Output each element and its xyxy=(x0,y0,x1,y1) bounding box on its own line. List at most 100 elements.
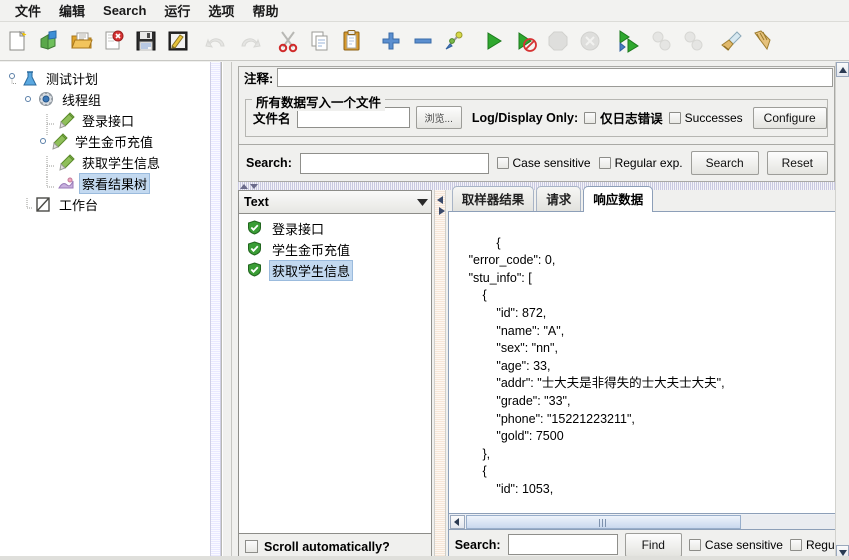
stop-octagon-icon[interactable] xyxy=(542,25,574,57)
success-shield-icon xyxy=(247,262,265,279)
collapse-minus-icon[interactable] xyxy=(407,25,439,57)
top-regular-exp-label: Regular exp. xyxy=(614,156,683,170)
successes-checkbox[interactable]: Successes xyxy=(668,110,743,125)
split-collapse-arrows[interactable] xyxy=(435,196,446,215)
collapse-down-icon[interactable] xyxy=(250,183,258,189)
result-node-get-student-info[interactable]: 获取学生信息 xyxy=(239,260,431,281)
results-tree-panel: 注释: 所有数据写入一个文件 文件名 浏览... Log/Display Onl… xyxy=(232,62,849,560)
split-divider[interactable] xyxy=(222,62,232,560)
tree-node-test-plan[interactable]: 测试计划 xyxy=(4,68,221,89)
comment-row: 注释: xyxy=(238,66,835,88)
menu-run[interactable]: 运行 xyxy=(155,0,199,22)
render-combo[interactable]: Text xyxy=(238,190,433,214)
checkbox-box-icon[interactable] xyxy=(598,157,611,169)
toggle-element-icon[interactable] xyxy=(439,25,471,57)
bottom-case-sensitive-checkbox[interactable]: Case sensitive xyxy=(688,538,783,552)
clear-all-broom-icon[interactable] xyxy=(748,25,780,57)
close-document-icon[interactable] xyxy=(98,25,130,57)
menu-edit[interactable]: 编辑 xyxy=(50,0,94,22)
hscroll-thumb[interactable] xyxy=(465,514,741,529)
tree-expand-handle-icon[interactable] xyxy=(8,72,21,85)
scroll-up-button[interactable] xyxy=(836,62,849,77)
test-plan-flask-icon xyxy=(21,70,39,87)
stop-remote-all-icon[interactable] xyxy=(645,25,677,57)
response-data-text[interactable]: { "error_code": 0, "stu_info": [ { "id":… xyxy=(447,212,849,514)
paste-clipboard-icon[interactable] xyxy=(336,25,368,57)
results-tree[interactable]: 登录接口 学生金币充值 获取学生信息 xyxy=(238,214,433,534)
start-remote-all-icon[interactable] xyxy=(613,25,645,57)
find-button[interactable]: Find xyxy=(624,532,682,557)
menu-search[interactable]: Search xyxy=(94,1,155,20)
bottom-search-input[interactable] xyxy=(507,534,618,555)
copy-pages-icon[interactable] xyxy=(304,25,336,57)
menu-file[interactable]: 文件 xyxy=(6,0,50,22)
top-reset-button[interactable]: Reset xyxy=(766,151,828,175)
chevron-left-icon xyxy=(436,196,443,204)
successes-label: Successes xyxy=(684,110,743,125)
checkbox-box-icon[interactable] xyxy=(789,538,802,551)
top-search-input[interactable] xyxy=(299,152,489,174)
hscroll-track[interactable] xyxy=(465,514,848,529)
tab-response-data[interactable]: 响应数据 xyxy=(583,186,654,212)
tree-line xyxy=(44,114,57,135)
start-no-pause-icon[interactable] xyxy=(510,25,542,57)
tree-node-get-student-info[interactable]: 获取学生信息 xyxy=(4,152,221,177)
right-pane-vertical-scrollbar[interactable] xyxy=(835,62,849,560)
tree-node-student-gold-recharge[interactable]: 学生金币充值 xyxy=(4,131,221,152)
main-split: 测试计划 线程组 登录接口 学生金币充值 获取学生信息 察看结果树 工作台 注释… xyxy=(0,62,849,560)
top-case-sensitive-checkbox[interactable]: Case sensitive xyxy=(496,156,591,170)
shutdown-remote-all-icon[interactable] xyxy=(677,25,709,57)
new-document-icon[interactable] xyxy=(2,25,34,57)
comment-label: 注释: xyxy=(244,72,274,86)
chevron-down-icon[interactable] xyxy=(413,198,431,206)
tree-expand-handle-icon[interactable] xyxy=(24,93,37,106)
checkbox-box-icon[interactable] xyxy=(496,157,509,169)
scroll-left-button[interactable] xyxy=(449,514,465,529)
sampler-detail-pane: 取样器结果 请求 响应数据 { "error_code": 0, "stu_in… xyxy=(447,186,849,560)
tab-request[interactable]: 请求 xyxy=(536,186,582,211)
redo-arrow-icon[interactable] xyxy=(233,25,265,57)
result-node-login-api[interactable]: 登录接口 xyxy=(239,218,431,239)
response-horizontal-scrollbar[interactable] xyxy=(447,514,849,530)
tree-vertical-scrollbar[interactable] xyxy=(210,62,221,560)
cut-scissors-icon[interactable] xyxy=(272,25,304,57)
log-display-only-label: Log/Display Only: xyxy=(471,110,579,125)
clear-broom-icon[interactable] xyxy=(716,25,748,57)
tree-label: 学生金币充值 xyxy=(75,135,154,150)
top-regular-exp-checkbox[interactable]: Regular exp. xyxy=(598,156,683,170)
browse-button[interactable]: 浏览... xyxy=(415,106,462,129)
test-plan-tree[interactable]: 测试计划 线程组 登录接口 学生金币充值 获取学生信息 察看结果树 工作台 xyxy=(0,62,222,560)
shutdown-circle-icon[interactable] xyxy=(574,25,606,57)
tree-node-thread-group[interactable]: 线程组 xyxy=(4,89,221,110)
lower-split-divider[interactable] xyxy=(434,190,446,560)
success-shield-icon xyxy=(247,241,265,258)
menu-help[interactable]: 帮助 xyxy=(243,0,287,22)
http-sampler-pen-icon xyxy=(50,133,68,150)
comment-input[interactable] xyxy=(277,68,833,87)
tree-node-view-results-tree[interactable]: 察看结果树 xyxy=(4,173,221,194)
tab-sampler-result[interactable]: 取样器结果 xyxy=(451,186,535,211)
tree-node-workbench[interactable]: 工作台 xyxy=(4,194,221,215)
scrollbar-grip xyxy=(599,518,608,527)
save-as-edit-icon[interactable] xyxy=(162,25,194,57)
result-node-student-gold-recharge[interactable]: 学生金币充值 xyxy=(239,239,431,260)
tree-line xyxy=(44,156,57,177)
collapse-up-icon[interactable] xyxy=(240,183,248,189)
checkbox-box-icon[interactable] xyxy=(668,111,681,124)
tree-expand-handle-icon[interactable] xyxy=(37,135,50,148)
response-body: { "error_code": 0, "stu_info": [ { "id":… xyxy=(468,235,725,496)
expand-plus-icon[interactable] xyxy=(375,25,407,57)
checkbox-box-icon[interactable] xyxy=(245,540,258,553)
save-floppy-icon[interactable] xyxy=(130,25,162,57)
undo-arrow-icon[interactable] xyxy=(201,25,233,57)
start-play-icon[interactable] xyxy=(478,25,510,57)
top-search-button[interactable]: Search xyxy=(690,151,759,175)
new-template-icon[interactable] xyxy=(34,25,66,57)
errors-only-checkbox[interactable]: 仅日志错误 xyxy=(584,108,663,127)
menu-options[interactable]: 选项 xyxy=(199,0,243,22)
open-folder-icon[interactable] xyxy=(66,25,98,57)
configure-button[interactable]: Configure xyxy=(752,106,827,129)
tree-node-login-api[interactable]: 登录接口 xyxy=(4,110,221,135)
checkbox-box-icon[interactable] xyxy=(584,111,597,124)
checkbox-box-icon[interactable] xyxy=(688,538,701,551)
